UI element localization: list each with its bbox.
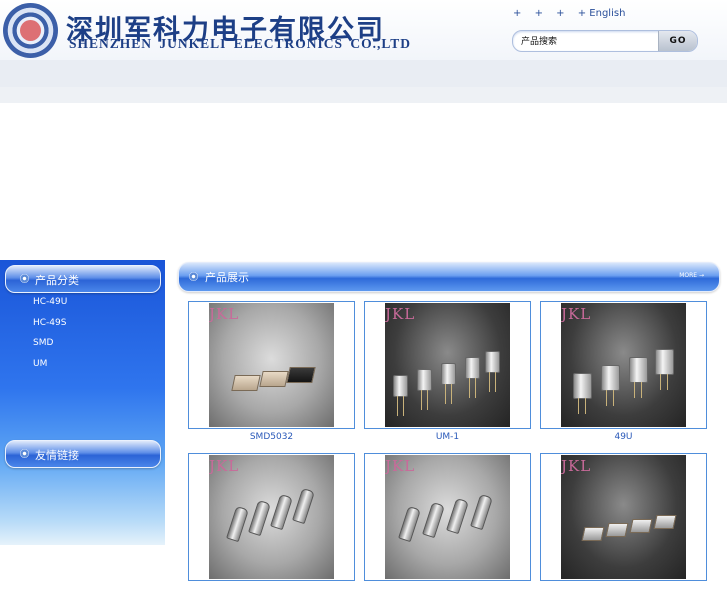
- smd-crystal-shape: [286, 367, 316, 383]
- lead-shape: [634, 382, 635, 398]
- lead-shape: [451, 384, 452, 404]
- lead-shape: [578, 398, 579, 414]
- watermark: JKL: [209, 457, 240, 475]
- lead-shape: [489, 372, 490, 392]
- crystal-can-shape: [393, 375, 408, 397]
- crystal-tube-shape: [446, 497, 469, 535]
- top-link-2[interactable]: +: [535, 8, 543, 19]
- top-link-1[interactable]: +: [513, 8, 521, 19]
- lead-shape: [427, 390, 428, 410]
- category-item-smd[interactable]: SMD: [0, 333, 165, 354]
- crystal-tube-shape: [270, 493, 293, 531]
- top-link-3[interactable]: +: [556, 8, 564, 19]
- english-link[interactable]: + English: [578, 8, 626, 19]
- crystal-tube-shape: [292, 487, 315, 525]
- lead-shape: [585, 398, 586, 414]
- smd-crystal-shape: [231, 375, 261, 391]
- lead-shape: [397, 396, 398, 416]
- links-title: 友情链接: [35, 449, 79, 462]
- lead-shape: [421, 390, 422, 410]
- product-card[interactable]: JKL UM-1: [364, 301, 531, 451]
- products-header: 产品展示 MORE →: [178, 262, 720, 292]
- crystal-package-shape: [629, 519, 653, 533]
- product-image[interactable]: JKL: [209, 455, 334, 579]
- lead-shape: [403, 396, 404, 416]
- lead-shape: [606, 390, 607, 406]
- product-card[interactable]: JKL SMD5032: [188, 301, 355, 451]
- product-frame: JKL: [540, 453, 707, 581]
- crystal-can-shape: [629, 357, 648, 383]
- watermark: JKL: [385, 305, 416, 323]
- watermark: JKL: [561, 457, 592, 475]
- categories-header: 产品分类: [5, 265, 161, 293]
- category-list: HC-49U HC-49S SMD UM: [0, 292, 165, 374]
- product-name[interactable]: UM-1: [364, 432, 531, 442]
- crystal-package-shape: [653, 515, 677, 529]
- crystal-can-shape: [441, 363, 456, 385]
- watermark: JKL: [209, 305, 240, 323]
- watermark: JKL: [561, 305, 592, 323]
- product-frame: JKL: [364, 301, 531, 429]
- more-link[interactable]: MORE →: [679, 272, 704, 279]
- product-image[interactable]: JKL: [561, 303, 686, 427]
- crystal-can-shape: [465, 357, 480, 379]
- crystal-tube-shape: [398, 505, 421, 543]
- crystal-tube-shape: [248, 499, 271, 537]
- crystal-package-shape: [581, 527, 605, 541]
- product-card[interactable]: JKL: [540, 453, 707, 603]
- lead-shape: [495, 372, 496, 392]
- bullet-icon: [20, 274, 29, 283]
- product-frame: JKL: [364, 453, 531, 581]
- crystal-can-shape: [417, 369, 432, 391]
- bullet-icon: [189, 272, 198, 281]
- lead-shape: [667, 374, 668, 390]
- crystal-package-shape: [605, 523, 629, 537]
- category-item-hc-49u[interactable]: HC-49U: [0, 292, 165, 313]
- lead-shape: [660, 374, 661, 390]
- crystal-can-shape: [601, 365, 620, 391]
- product-image[interactable]: JKL: [385, 303, 510, 427]
- product-card[interactable]: JKL 49U: [540, 301, 707, 451]
- crystal-can-shape: [573, 373, 592, 399]
- product-image[interactable]: JKL: [385, 455, 510, 579]
- search-input[interactable]: [521, 33, 661, 48]
- product-frame: JKL: [540, 301, 707, 429]
- company-name-en: SHENZHEN JUNKELI ELECTRONICS CO.,LTD: [69, 36, 411, 51]
- company-logo-icon: [3, 3, 58, 58]
- bullet-icon: [20, 449, 29, 458]
- product-card[interactable]: JKL: [188, 453, 355, 603]
- product-image[interactable]: JKL: [209, 303, 334, 427]
- search-go-button[interactable]: GO: [658, 31, 697, 51]
- product-frame: JKL: [188, 301, 355, 429]
- sub-nav-band: [0, 87, 727, 103]
- nav-band: [0, 60, 727, 87]
- lead-shape: [475, 378, 476, 398]
- product-image[interactable]: JKL: [561, 455, 686, 579]
- crystal-tube-shape: [470, 493, 493, 531]
- category-item-um[interactable]: UM: [0, 354, 165, 375]
- category-item-hc-49s[interactable]: HC-49S: [0, 313, 165, 334]
- links-header: 友情链接: [5, 440, 161, 468]
- lead-shape: [469, 378, 470, 398]
- lead-shape: [445, 384, 446, 404]
- crystal-can-shape: [485, 351, 500, 373]
- crystal-tube-shape: [226, 505, 249, 543]
- search-box: GO: [512, 30, 698, 52]
- lead-shape: [641, 382, 642, 398]
- products-title: 产品展示: [205, 271, 249, 284]
- smd-crystal-shape: [259, 371, 289, 387]
- watermark: JKL: [385, 457, 416, 475]
- crystal-can-shape: [655, 349, 674, 375]
- product-name[interactable]: SMD5032: [188, 432, 355, 442]
- product-frame: JKL: [188, 453, 355, 581]
- categories-title: 产品分类: [35, 274, 79, 287]
- product-card[interactable]: JKL: [364, 453, 531, 603]
- top-links: + + + + English: [513, 8, 625, 19]
- product-name[interactable]: 49U: [540, 432, 707, 442]
- lead-shape: [613, 390, 614, 406]
- crystal-tube-shape: [422, 501, 445, 539]
- site-header: 深圳军科力电子有限公司 SHENZHEN JUNKELI ELECTRONICS…: [0, 0, 727, 60]
